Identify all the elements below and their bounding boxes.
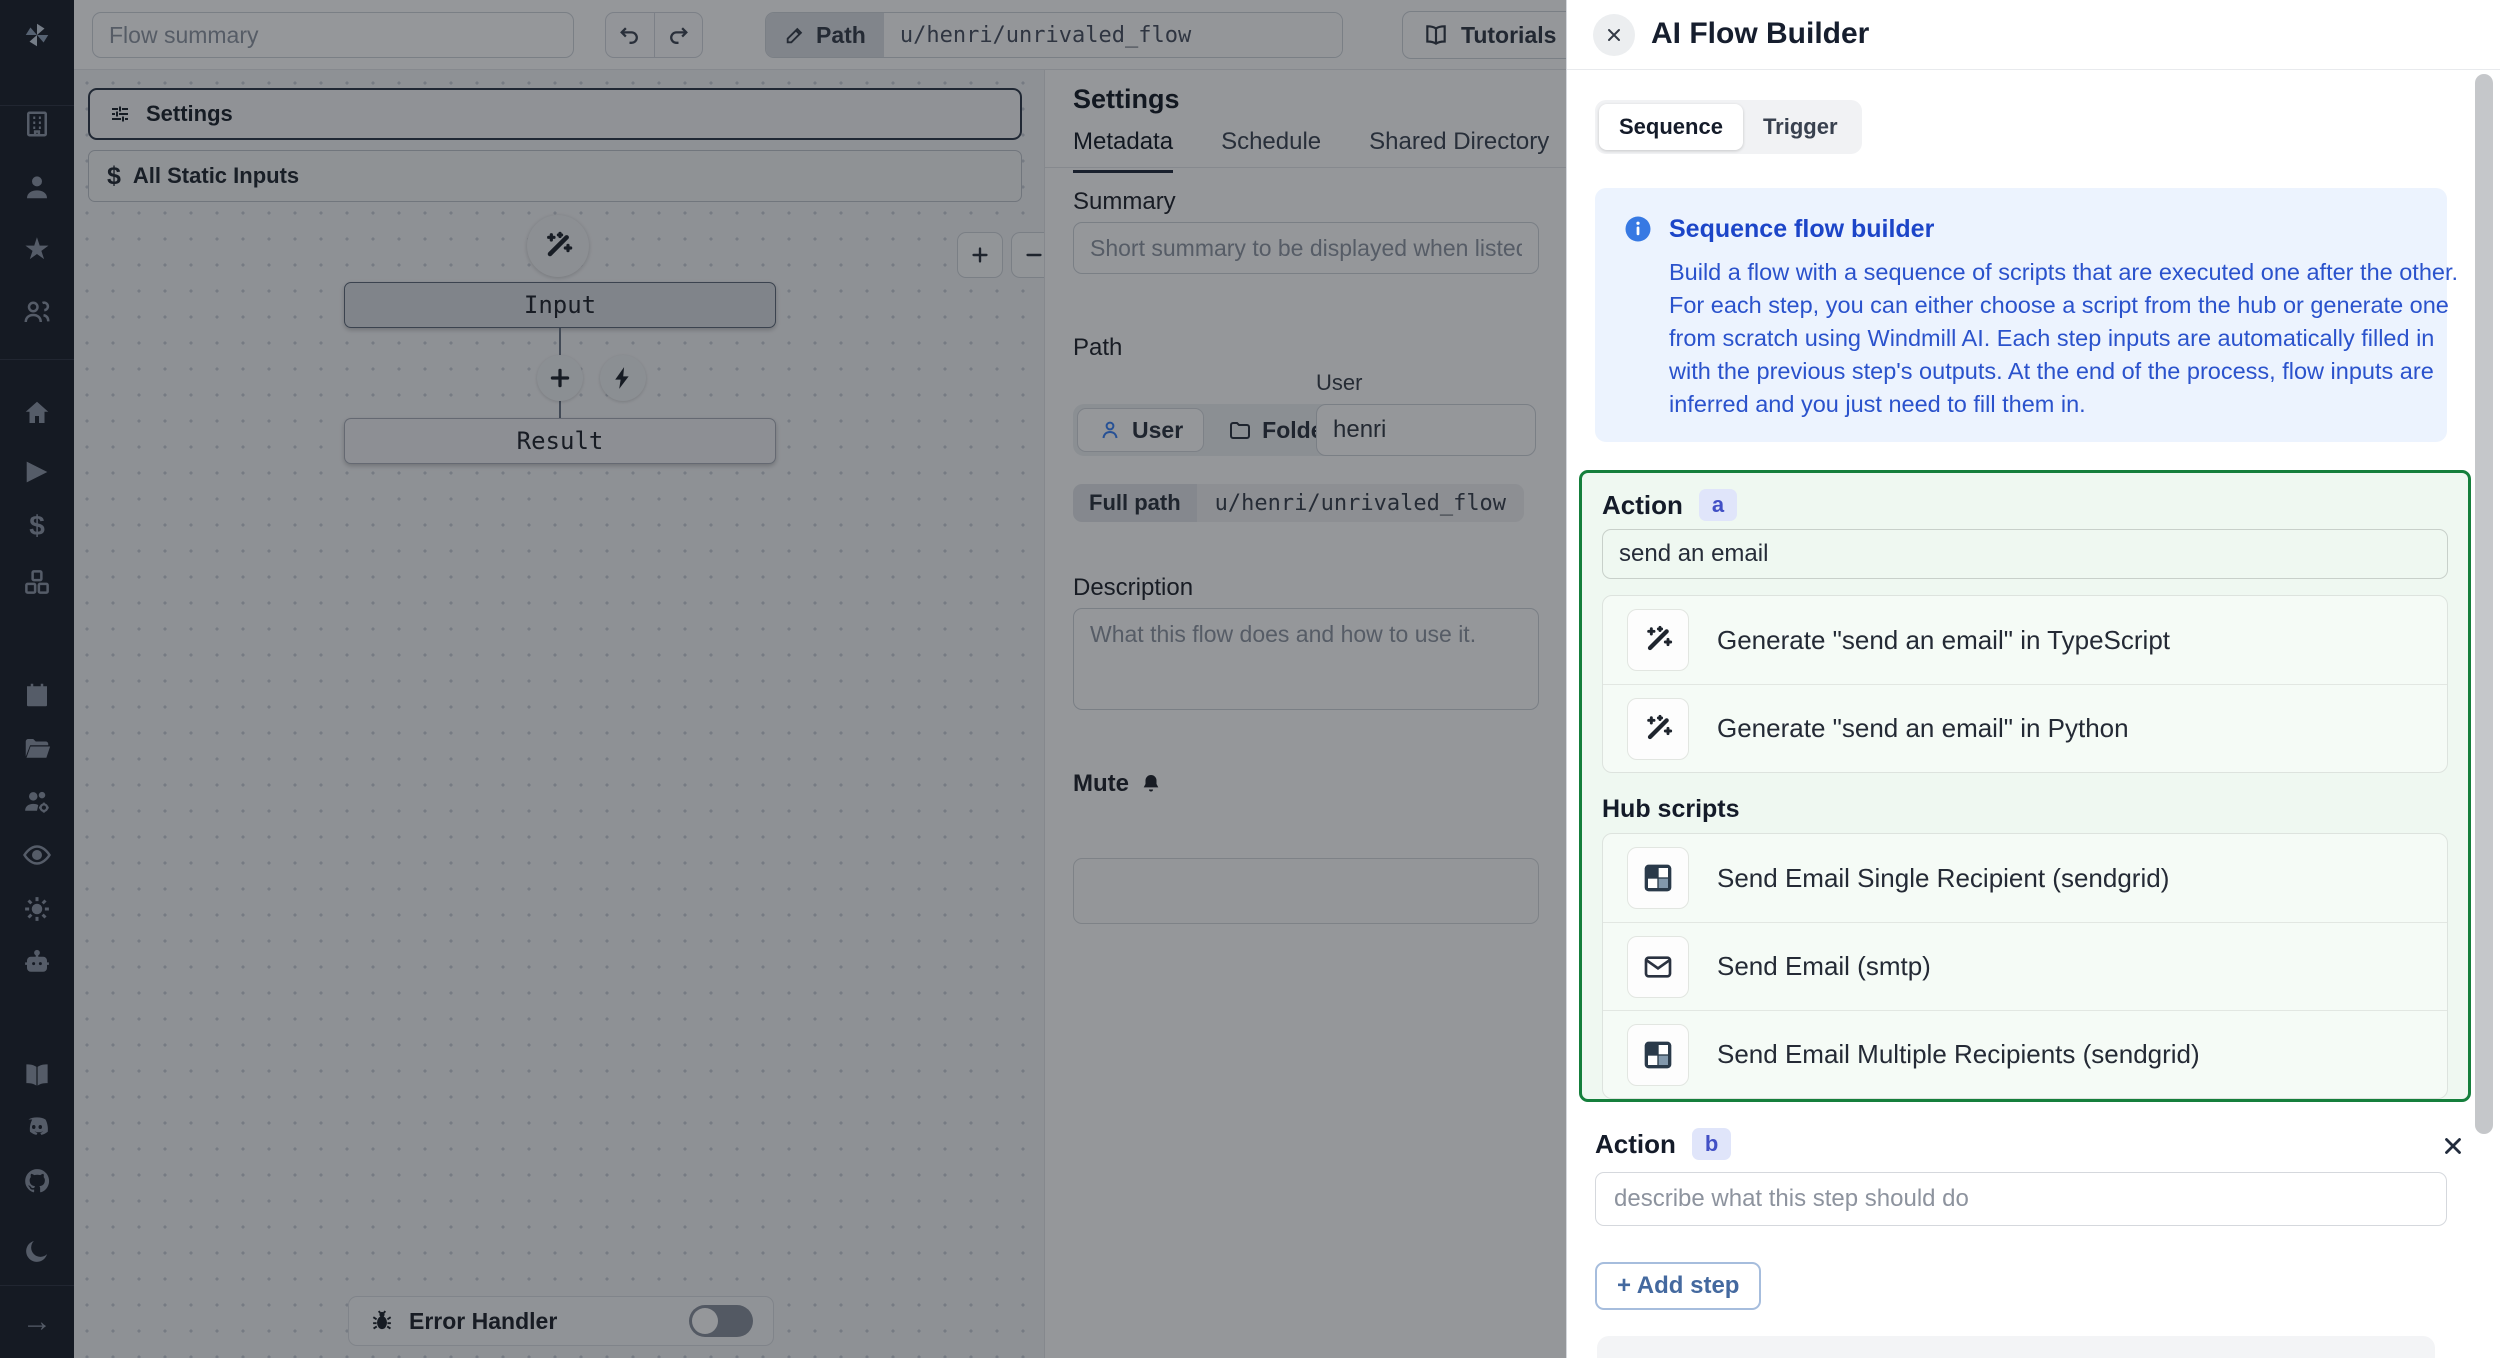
modal-dim-overlay[interactable] xyxy=(0,0,1566,1358)
generate-python-label: Generate "send an email" in Python xyxy=(1717,713,2129,744)
windmill-flow-editor: ★ ▶ $ xyxy=(0,0,2500,1358)
hub-script-label: Send Email Multiple Recipients (sendgrid… xyxy=(1717,1039,2200,1070)
ai-mode-toggle: Sequence Trigger xyxy=(1595,100,1862,154)
sequence-info-box: Sequence flow builder Build a flow with … xyxy=(1595,188,2447,442)
remove-action-b-button[interactable] xyxy=(2435,1128,2471,1164)
sendgrid-icon xyxy=(1627,1024,1689,1086)
action-b-badge: b xyxy=(1692,1128,1731,1160)
hub-scripts-list: Send Email Single Recipient (sendgrid) S… xyxy=(1602,833,2448,1099)
action-b-header: Action b xyxy=(1595,1128,1731,1160)
hub-script-row[interactable]: Send Email Multiple Recipients (sendgrid… xyxy=(1603,1010,2447,1098)
tab-trigger[interactable]: Trigger xyxy=(1743,104,1858,150)
tab-sequence[interactable]: Sequence xyxy=(1599,104,1743,150)
hub-scripts-label: Hub scripts xyxy=(1602,795,1740,824)
ai-flow-builder-panel: AI Flow Builder Sequence Trigger Sequenc… xyxy=(1566,0,2500,1358)
ai-panel-title: AI Flow Builder xyxy=(1651,17,1869,51)
action-a-section: Action a Generate "send an email" in Typ… xyxy=(1579,470,2471,1102)
hub-script-row[interactable]: Send Email Single Recipient (sendgrid) xyxy=(1603,834,2447,922)
info-title: Sequence flow builder xyxy=(1669,215,1934,244)
close-icon xyxy=(1604,25,1624,45)
action-a-header: Action a xyxy=(1602,489,1737,521)
info-icon xyxy=(1623,214,1653,244)
build-flow-section-stub xyxy=(1597,1336,2435,1358)
generate-options-list: Generate "send an email" in TypeScript G… xyxy=(1602,595,2448,773)
add-step-button[interactable]: + Add step xyxy=(1595,1262,1761,1310)
action-b-input[interactable] xyxy=(1595,1172,2447,1226)
hub-script-label: Send Email Single Recipient (sendgrid) xyxy=(1717,863,2169,894)
action-a-badge: a xyxy=(1699,489,1737,521)
wand-icon xyxy=(1627,609,1689,671)
generate-typescript-option[interactable]: Generate "send an email" in TypeScript xyxy=(1603,596,2447,684)
close-drawer-button[interactable] xyxy=(1593,14,1635,56)
sendgrid-icon xyxy=(1627,847,1689,909)
email-icon xyxy=(1627,936,1689,998)
action-a-label: Action xyxy=(1602,490,1683,521)
action-b-label: Action xyxy=(1595,1129,1676,1160)
generate-python-option[interactable]: Generate "send an email" in Python xyxy=(1603,684,2447,772)
close-icon xyxy=(2440,1133,2466,1159)
panel-scrollbar-thumb[interactable] xyxy=(2475,74,2493,1134)
info-body: Build a flow with a sequence of scripts … xyxy=(1669,256,2459,421)
hub-script-label: Send Email (smtp) xyxy=(1717,951,1931,982)
action-a-input[interactable] xyxy=(1602,529,2448,579)
generate-typescript-label: Generate "send an email" in TypeScript xyxy=(1717,625,2170,656)
wand-icon xyxy=(1627,698,1689,760)
hub-script-row[interactable]: Send Email (smtp) xyxy=(1603,922,2447,1010)
